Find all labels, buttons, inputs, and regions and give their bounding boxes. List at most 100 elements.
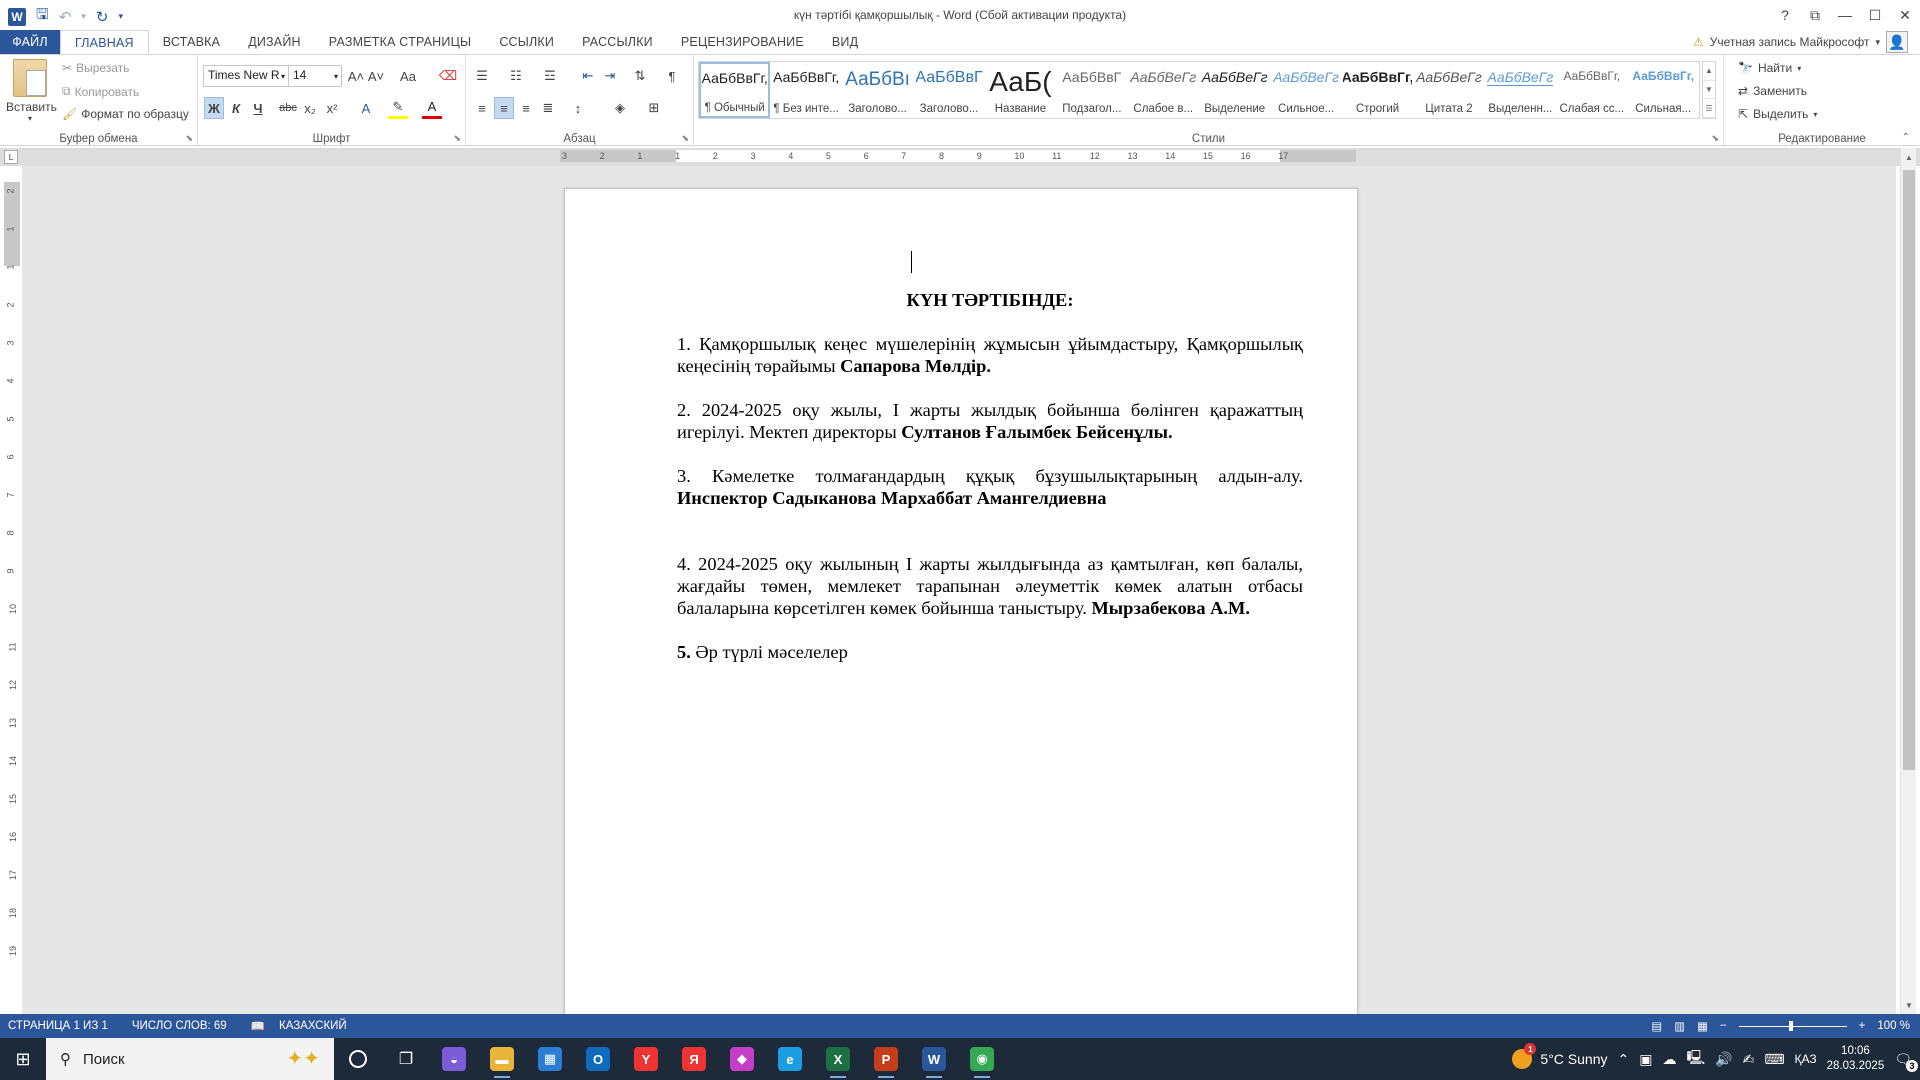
account-area[interactable]: ⚠ Учетная запись Майкрософт ▾ 👤 xyxy=(1693,30,1908,54)
outlook-app-icon[interactable]: O xyxy=(574,1038,622,1080)
document-area[interactable]: КҮН ТӘРТІБІНДЕ: 1. Қамқоршылық кеңес мүш… xyxy=(22,166,1896,1014)
chevron-up-icon[interactable]: ▲ xyxy=(1703,62,1715,81)
format-painter-button[interactable]: 🖌 Формат по образцу xyxy=(62,107,189,121)
style-intense-quote[interactable]: АаБбВеГг Выделенн... xyxy=(1485,62,1556,118)
taskbar-search[interactable]: ⚲ Поиск ✦✦ xyxy=(46,1038,334,1080)
align-left-icon[interactable]: ≡ xyxy=(472,97,492,119)
keyboard-icon[interactable]: ⌨ xyxy=(1764,1051,1784,1068)
document-body[interactable]: КҮН ТӘРТІБІНДЕ: 1. Қамқоршылық кеңес мүш… xyxy=(677,289,1303,685)
numbering-icon[interactable]: ☷ xyxy=(506,65,526,87)
pilcrow-icon[interactable]: ¶ xyxy=(662,65,682,87)
edge-app-icon[interactable]: e xyxy=(766,1038,814,1080)
dialog-launcher-icon[interactable]: ⬊ xyxy=(453,133,461,144)
replace-button[interactable]: ⇄ Заменить xyxy=(1738,84,1807,98)
close-button[interactable]: ✕ xyxy=(1890,0,1920,30)
increase-indent-icon[interactable]: ⇥ xyxy=(600,65,620,87)
multilevel-list-icon[interactable]: ☲ xyxy=(540,65,560,87)
shrink-font-button[interactable]: A˅ xyxy=(366,65,386,87)
weather-widget[interactable]: 1 5°C Sunny xyxy=(1512,1043,1608,1069)
notification-icon[interactable]: 🗨 3 xyxy=(1894,1051,1918,1072)
style-heading-2[interactable]: АаБбВвГ Заголово... xyxy=(913,62,984,118)
font-name-input[interactable]: Times New R ▾ xyxy=(203,65,289,87)
dialog-launcher-icon[interactable]: ⬊ xyxy=(1711,133,1719,144)
tab-references[interactable]: ССЫЛКИ xyxy=(485,30,568,54)
style-subtle-reference[interactable]: АаБбВвГг, Слабая сс... xyxy=(1556,62,1627,118)
superscript-button[interactable]: x² xyxy=(322,97,342,119)
zoom-in-button[interactable]: + xyxy=(1859,1020,1866,1032)
borders-icon[interactable]: ⊞ xyxy=(644,97,664,119)
dialog-launcher-icon[interactable]: ⬊ xyxy=(681,133,689,144)
ribbon-display-options-icon[interactable]: ⧉ xyxy=(1800,0,1830,30)
style-intense-reference[interactable]: АаБбВвГг, Сильная... xyxy=(1628,62,1699,118)
m365-app-icon[interactable]: ◆ xyxy=(718,1038,766,1080)
zoom-out-button[interactable]: − xyxy=(1720,1020,1727,1032)
style-title[interactable]: АаБ(Название xyxy=(985,62,1056,118)
paste-button[interactable]: Вставить ▾ xyxy=(6,59,57,123)
shading-icon[interactable]: ◈ xyxy=(610,97,630,119)
task-view-icon[interactable]: ❐ xyxy=(382,1038,430,1080)
strikethrough-button[interactable]: abc xyxy=(278,97,298,119)
chevron-up-icon[interactable]: ⌃ xyxy=(1618,1051,1630,1068)
tab-layout[interactable]: РАЗМЕТКА СТРАНИЦЫ xyxy=(315,30,486,54)
word-app-icon[interactable]: W xyxy=(910,1038,958,1080)
align-right-icon[interactable]: ≡ xyxy=(516,97,536,119)
styles-gallery-scroll[interactable]: ▲ ▼ ☰ xyxy=(1702,61,1716,119)
help-button[interactable]: ? xyxy=(1770,0,1800,30)
word-count[interactable]: ЧИСЛО СЛОВ: 69 xyxy=(132,1020,227,1032)
yandex-app-icon[interactable]: Я xyxy=(670,1038,718,1080)
collapse-ribbon-icon[interactable]: ⌃ xyxy=(1902,132,1910,143)
clock[interactable]: 10:06 28.03.2025 xyxy=(1827,1044,1885,1074)
network-icon[interactable]: 🖳 xyxy=(1686,1047,1705,1071)
cloud-icon[interactable]: ☁ xyxy=(1662,1051,1676,1068)
tab-design[interactable]: ДИЗАЙН xyxy=(234,30,315,54)
style-heading-1[interactable]: АаБбВı Заголово... xyxy=(842,62,913,118)
copy-button[interactable]: ⧉ Копировать xyxy=(62,84,139,99)
style-intense-emphasis[interactable]: АаБбВеГг Сильное... xyxy=(1270,62,1341,118)
dialog-launcher-icon[interactable]: ⬊ xyxy=(185,133,193,144)
document-page[interactable]: КҮН ТӘРТІБІНДЕ: 1. Қамқоршылық кеңес мүш… xyxy=(564,188,1358,1014)
zoom-slider[interactable] xyxy=(1738,1020,1847,1031)
find-button[interactable]: 🔭 Найти ▾ xyxy=(1738,61,1801,75)
line-spacing-icon[interactable]: ↕ xyxy=(568,97,588,119)
style-normal[interactable]: АаБбВвГг, ¶ Обычный xyxy=(699,62,771,118)
maximize-button[interactable]: ☐ xyxy=(1860,0,1890,30)
chevron-down-icon[interactable]: ▼ xyxy=(1703,81,1715,100)
horizontal-ruler[interactable]: 3 2 1 1 2 3 4 5 6 7 8 9 10 11 12 13 14 15 16 17 xyxy=(0,148,1920,166)
page-count[interactable]: СТРАНИЦА 1 ИЗ 1 xyxy=(8,1020,108,1032)
windows-start-icon[interactable]: ⊞ xyxy=(0,1038,46,1080)
cortana-icon[interactable] xyxy=(334,1038,382,1080)
more-icon[interactable]: ☰ xyxy=(1703,99,1715,119)
language-indicator[interactable]: КАЗАХСКИЙ xyxy=(279,1020,347,1032)
tab-selector-icon[interactable]: L xyxy=(4,150,18,164)
style-no-spacing[interactable]: АаБбВвГг, ¶ Без инте... xyxy=(770,62,841,118)
input-language[interactable]: ҚАЗ xyxy=(1795,1052,1817,1066)
style-subtle-emphasis[interactable]: АаБбВеГг Слабое в... xyxy=(1128,62,1199,118)
underline-button[interactable]: Ч xyxy=(248,97,268,119)
scroll-down-icon[interactable]: ▼ xyxy=(1901,998,1917,1012)
tab-home[interactable]: ГЛАВНАЯ xyxy=(60,30,149,55)
justify-icon[interactable]: ≣ xyxy=(538,97,558,119)
vertical-ruler[interactable]: 2 1 1 2 3 4 5 6 7 8 9 10 11 12 13 14 15 16 17 18 19 xyxy=(4,182,20,1012)
read-mode-icon[interactable]: ▤ xyxy=(1651,1019,1662,1033)
bullets-icon[interactable]: ☰ xyxy=(472,65,492,87)
web-layout-icon[interactable]: ▦ xyxy=(1697,1019,1708,1033)
tab-mailings[interactable]: РАССЫЛКИ xyxy=(568,30,667,54)
change-case-button[interactable]: Aa xyxy=(394,65,422,87)
align-center-icon[interactable]: ≡ xyxy=(494,97,514,119)
proofing-icon[interactable]: 📖 xyxy=(251,1019,265,1033)
subscript-button[interactable]: x₂ xyxy=(300,97,320,119)
account-label[interactable]: Учетная запись Майкрософт xyxy=(1710,35,1870,49)
italic-button[interactable]: К xyxy=(226,97,246,119)
volume-icon[interactable]: 🔊 xyxy=(1715,1051,1732,1068)
style-emphasis[interactable]: АаБбВеГг Выделение xyxy=(1199,62,1270,118)
select-button[interactable]: ⇱ Выделить ▾ xyxy=(1738,107,1817,121)
vertical-scrollbar[interactable]: ▲ ▼ xyxy=(1900,148,1916,1014)
decrease-indent-icon[interactable]: ⇤ xyxy=(578,65,598,87)
sort-icon[interactable]: ⇅ xyxy=(630,65,650,87)
zoom-level[interactable]: 100 % xyxy=(1877,1020,1910,1032)
chevron-down-icon[interactable]: ▾ xyxy=(1875,37,1880,48)
scroll-up-icon[interactable]: ▲ xyxy=(1901,150,1917,164)
meet-icon[interactable]: ▣ xyxy=(1639,1051,1652,1068)
bold-button[interactable]: Ж xyxy=(204,97,224,119)
font-color-icon[interactable]: A xyxy=(422,97,442,119)
